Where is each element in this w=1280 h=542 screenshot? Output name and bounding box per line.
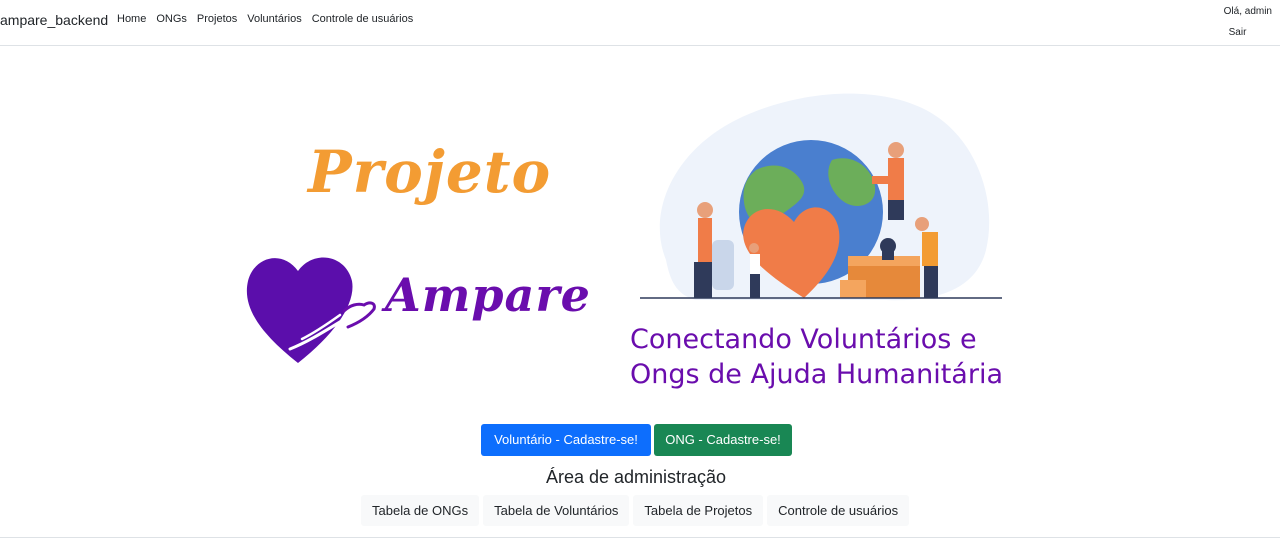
- admin-section-title: Área de administração: [545, 467, 727, 487]
- navbar-brand[interactable]: ampare_backend: [0, 12, 108, 28]
- nav-link-ongs[interactable]: ONGs: [156, 13, 187, 25]
- globe-heart-volunteers-illustration: [640, 93, 1002, 301]
- user-greeting: Olá, admin: [1223, 6, 1272, 17]
- tagline-line-2: Ongs de Ajuda Humanitária: [630, 359, 1003, 390]
- logout-link[interactable]: Sair: [1229, 27, 1272, 38]
- nav-links: Home ONGs Projetos Voluntários Controle …: [117, 13, 413, 25]
- nav-link-projetos[interactable]: Projetos: [197, 13, 237, 25]
- top-navbar: ampare_backend Home ONGs Projetos Volunt…: [0, 0, 1280, 46]
- admin-projects-table-button[interactable]: Tabela de Projetos: [633, 495, 764, 526]
- ong-signup-button[interactable]: ONG - Cadastre-se!: [654, 424, 792, 456]
- user-box: Olá, admin Sair: [1224, 1, 1272, 38]
- logo-text-projeto: Projeto: [308, 138, 552, 206]
- volunteer-signup-button[interactable]: Voluntário - Cadastre-se!: [481, 424, 651, 456]
- logo-text-ampare: Ampare: [385, 268, 591, 322]
- tagline: Conectando Voluntários e Ongs de Ajuda H…: [630, 322, 1003, 392]
- nav-link-controle-usuarios[interactable]: Controle de usuários: [312, 13, 414, 25]
- admin-buttons: Tabela de ONGs Tabela de Voluntários Tab…: [361, 495, 910, 526]
- admin-volunteers-table-button[interactable]: Tabela de Voluntários: [483, 495, 630, 526]
- admin-ongs-table-button[interactable]: Tabela de ONGs: [361, 495, 480, 526]
- heart-hand-icon: [246, 257, 376, 363]
- nav-link-voluntarios[interactable]: Voluntários: [247, 13, 301, 25]
- ampare-logo: Projeto Ampare: [240, 130, 590, 375]
- bottom-divider: [0, 537, 1280, 538]
- nav-link-home[interactable]: Home: [117, 13, 146, 25]
- tagline-line-1: Conectando Voluntários e: [630, 324, 977, 355]
- admin-user-control-button[interactable]: Controle de usuários: [767, 495, 910, 526]
